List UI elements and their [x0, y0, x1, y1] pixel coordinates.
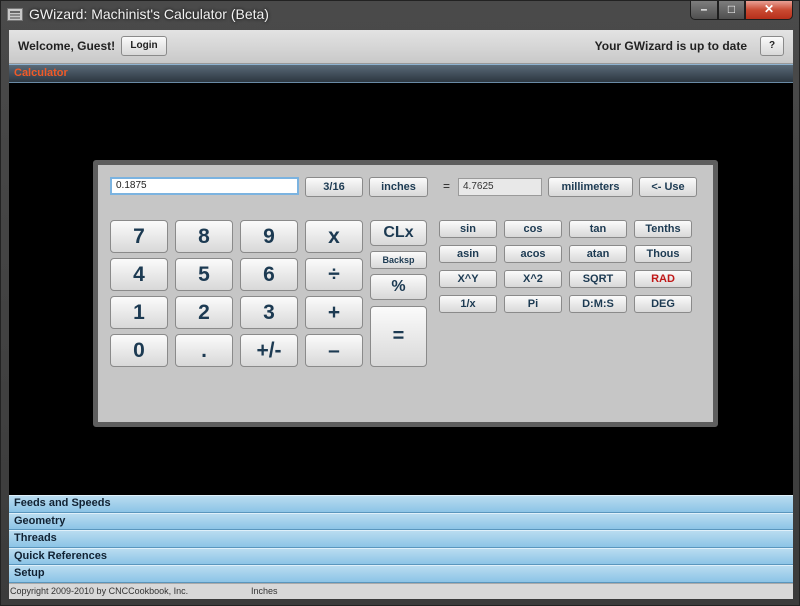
power-button[interactable]: X^Y	[439, 270, 497, 288]
add-key[interactable]: +	[305, 296, 363, 329]
key-2[interactable]: 2	[175, 296, 233, 329]
welcome-text: Welcome, Guest!	[18, 39, 116, 53]
percent-button[interactable]: %	[370, 274, 427, 300]
app-icon	[7, 8, 23, 21]
calculator-panel: 0.1875 3/16 inches = 4.7625 millimeters …	[93, 160, 718, 427]
sign-toggle-key[interactable]: +/-	[240, 334, 298, 367]
clear-x-button[interactable]: CLx	[370, 220, 427, 246]
sqrt-button[interactable]: SQRT	[569, 270, 627, 288]
atan-button[interactable]: atan	[569, 245, 627, 263]
fraction-button[interactable]: 3/16	[305, 177, 363, 197]
input-unit-button[interactable]: inches	[369, 177, 428, 197]
output-unit-button[interactable]: millimeters	[548, 177, 633, 197]
nav-setup[interactable]: Setup	[9, 565, 793, 583]
conversion-equals: =	[443, 179, 451, 193]
backspace-button[interactable]: Backsp	[370, 251, 427, 269]
subtract-key[interactable]: –	[305, 334, 363, 367]
nav-feeds-and-speeds[interactable]: Feeds and Speeds	[9, 495, 793, 513]
tan-button[interactable]: tan	[569, 220, 627, 238]
client-area: Welcome, Guest! Login Your GWizard is up…	[9, 30, 793, 599]
key-6[interactable]: 6	[240, 258, 298, 291]
key-4[interactable]: 4	[110, 258, 168, 291]
key-8[interactable]: 8	[175, 220, 233, 253]
nav-geometry[interactable]: Geometry	[9, 512, 793, 530]
key-5[interactable]: 5	[175, 258, 233, 291]
status-bar: Copyright 2009-2010 by CNCCookbook, Inc.…	[9, 583, 793, 599]
key-9[interactable]: 9	[240, 220, 298, 253]
section-nav: Feeds and Speeds Geometry Threads Quick …	[9, 495, 793, 583]
multiply-key[interactable]: x	[305, 220, 363, 253]
app-window: GWizard: Machinist's Calculator (Beta) –…	[0, 0, 800, 606]
window-title: GWizard: Machinist's Calculator (Beta)	[29, 6, 269, 22]
copyright-text: Copyright 2009-2010 by CNCCookbook, Inc.	[10, 586, 189, 596]
nav-quick-references[interactable]: Quick References	[9, 547, 793, 565]
window-controls: – □ ✕	[690, 1, 793, 21]
calculator-header-label: Calculator	[14, 67, 68, 79]
rad-button[interactable]: RAD	[634, 270, 692, 288]
cos-button[interactable]: cos	[504, 220, 562, 238]
input-display[interactable]: 0.1875	[110, 177, 299, 195]
key-1[interactable]: 1	[110, 296, 168, 329]
use-result-button[interactable]: <- Use	[639, 177, 697, 197]
key-3[interactable]: 3	[240, 296, 298, 329]
nav-threads[interactable]: Threads	[9, 530, 793, 548]
top-bar: Welcome, Guest! Login Your GWizard is up…	[9, 30, 793, 64]
decimal-key[interactable]: .	[175, 334, 233, 367]
thous-button[interactable]: Thous	[634, 245, 692, 263]
units-indicator: Inches	[251, 586, 278, 596]
close-button[interactable]: ✕	[745, 1, 793, 20]
key-0[interactable]: 0	[110, 334, 168, 367]
output-display: 4.7625	[458, 178, 542, 196]
acos-button[interactable]: acos	[504, 245, 562, 263]
reciprocal-button[interactable]: 1/x	[439, 295, 497, 313]
minimize-button[interactable]: –	[690, 1, 718, 20]
title-bar[interactable]: GWizard: Machinist's Calculator (Beta) –…	[1, 1, 799, 29]
update-status: Your GWizard is up to date	[594, 39, 747, 53]
key-7[interactable]: 7	[110, 220, 168, 253]
dms-button[interactable]: D:M:S	[569, 295, 627, 313]
square-button[interactable]: X^2	[504, 270, 562, 288]
pi-button[interactable]: Pi	[504, 295, 562, 313]
calculator-section-header[interactable]: Calculator	[9, 64, 793, 83]
divide-key[interactable]: ÷	[305, 258, 363, 291]
tenths-button[interactable]: Tenths	[634, 220, 692, 238]
login-button[interactable]: Login	[121, 36, 167, 56]
sin-button[interactable]: sin	[439, 220, 497, 238]
maximize-button[interactable]: □	[718, 1, 745, 20]
deg-button[interactable]: DEG	[634, 295, 692, 313]
help-button[interactable]: ?	[760, 36, 784, 56]
asin-button[interactable]: asin	[439, 245, 497, 263]
equals-button[interactable]: =	[370, 306, 427, 367]
